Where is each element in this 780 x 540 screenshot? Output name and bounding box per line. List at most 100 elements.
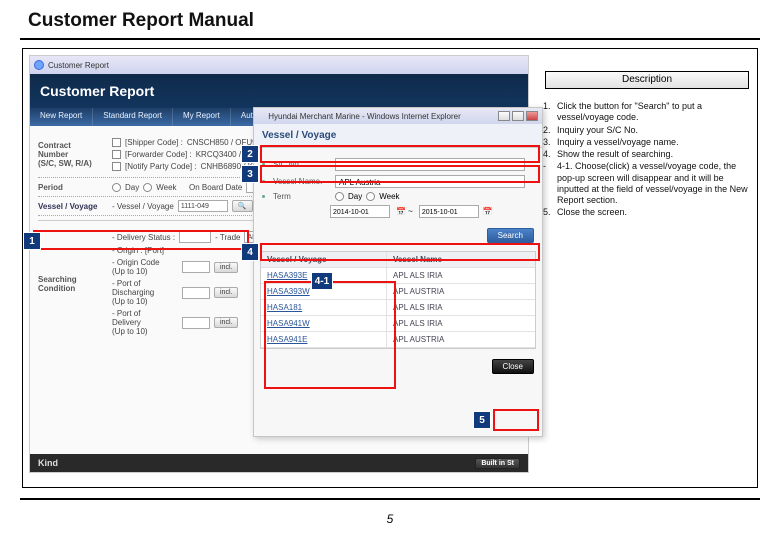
voyage-link[interactable]: HASA941E	[261, 332, 387, 348]
vessel-name-label: Vessel Name.	[273, 177, 331, 186]
period-label: Period	[38, 183, 108, 192]
voyage-link[interactable]: HASA181	[261, 300, 387, 316]
desc-item: -4-1. Choose(click) a vessel/voyage code…	[543, 161, 751, 206]
desc-item: 2.Inquiry your S/C No.	[543, 125, 751, 136]
vessel-voyage-label: Vessel / Voyage	[38, 202, 108, 211]
origin-code-input[interactable]	[182, 261, 210, 273]
shipper-label: [Shipper Code] :	[125, 138, 183, 147]
popup-heading: Vessel / Voyage	[254, 124, 542, 148]
callout-4-1: 4-1	[311, 272, 333, 290]
popup-form: S/C No. Vessel Name. APL Austria Term Da…	[254, 148, 542, 228]
callout-5: 5	[473, 411, 491, 429]
pod-incl-button[interactable]: incl.	[214, 287, 238, 298]
term-from-input[interactable]: 2014-10-01	[330, 205, 390, 218]
desc-item: 5.Close the screen.	[543, 207, 751, 218]
notify-label: [Notify Party Code] :	[125, 162, 197, 171]
period-day-radio[interactable]	[112, 183, 121, 192]
contract-label: Contract Number (S/C, SW, R/A)	[38, 141, 108, 168]
term-to-input[interactable]: 2015-10-01	[419, 205, 479, 218]
grid-header-name: Vessel Name	[387, 252, 535, 268]
callout-4: 4	[241, 243, 259, 261]
table-row[interactable]: HASA181 APL ALS IRIA	[261, 300, 535, 316]
page-number: 5	[0, 512, 780, 526]
callout-2: 2	[241, 145, 259, 163]
description-heading: Description	[545, 71, 749, 89]
nav-standard-report[interactable]: Standard Report	[93, 108, 173, 126]
vessel-name-cell: APL AUSTRIA	[387, 332, 535, 348]
sc-input[interactable]	[335, 158, 525, 171]
delivery-incl-button[interactable]: incl.	[214, 317, 238, 328]
table-row[interactable]: HASA941E APL AUSTRIA	[261, 332, 535, 348]
grid-header: Vessel / Voyage Vessel Name	[261, 252, 535, 268]
origin-label: - Origin : [Port]	[112, 246, 164, 255]
period-from-label: On Board Date	[189, 183, 242, 192]
app-titlebar: Customer Report	[30, 56, 528, 74]
maximize-icon[interactable]	[512, 111, 524, 121]
dot-icon	[262, 195, 265, 198]
pod-label: - Port of Discharging (Up to 10)	[112, 279, 178, 306]
forwarder-label: [Forwarder Code] :	[125, 150, 192, 159]
app-header: Customer Report	[30, 74, 528, 108]
dot-icon	[262, 163, 265, 166]
description-body: 1.Click the button for "Search" to put a…	[543, 101, 751, 220]
shipper-check[interactable]	[112, 138, 121, 147]
voyage-link[interactable]: HASA941W	[261, 316, 387, 332]
nav-my-report[interactable]: My Report	[173, 108, 231, 126]
popup-titlebar: Hyundai Merchant Marine - Windows Intern…	[254, 108, 542, 124]
period-week: Week	[156, 183, 176, 192]
close-icon[interactable]	[526, 111, 538, 121]
notify-check[interactable]	[112, 162, 121, 171]
close-button[interactable]: Close	[492, 359, 534, 374]
term-week-radio[interactable]	[366, 192, 375, 201]
delivery-status-select[interactable]	[179, 231, 211, 243]
forwarder-check[interactable]	[112, 150, 121, 159]
window-controls	[498, 111, 538, 121]
table-row[interactable]: HASA393E APL ALS IRIA	[261, 268, 535, 284]
delivery-label: - Port of Delivery (Up to 10)	[112, 309, 178, 336]
searching-label: Searching Condition	[38, 275, 108, 293]
delivery-status-label: - Delivery Status :	[112, 233, 175, 242]
term-day: Day	[348, 192, 362, 201]
title-rule	[20, 38, 760, 40]
dot-icon	[262, 180, 265, 183]
table-row[interactable]: HASA393W APL AUSTRIA	[261, 284, 535, 300]
bottom-rule	[20, 498, 760, 500]
period-week-radio[interactable]	[143, 183, 152, 192]
ie-icon	[34, 60, 44, 70]
result-grid: Vessel / Voyage Vessel Name HASA393E APL…	[260, 251, 536, 349]
search-button[interactable]: Search	[487, 228, 534, 243]
origin-incl-button[interactable]: incl.	[214, 262, 238, 273]
popup-window: Hyundai Merchant Marine - Windows Intern…	[253, 107, 543, 437]
term-week: Week	[379, 192, 399, 201]
vessel-name-cell: APL ALS IRIA	[387, 268, 535, 284]
term-label: Term	[273, 192, 331, 201]
vessel-name-cell: APL ALS IRIA	[387, 300, 535, 316]
desc-item: 4.Show the result of searching.	[543, 149, 751, 160]
desc-item: 1.Click the button for "Search" to put a…	[543, 101, 751, 124]
term-day-radio[interactable]	[335, 192, 344, 201]
nav-new-report[interactable]: New Report	[30, 108, 93, 126]
period-day: Day	[125, 183, 139, 192]
popup-window-title: Hyundai Merchant Marine - Windows Intern…	[268, 112, 461, 121]
kind-bar: Kind Built in St	[30, 454, 528, 472]
page-title: Customer Report Manual	[0, 0, 780, 36]
desc-item: 3.Inquiry a vessel/voyage name.	[543, 137, 751, 148]
delivery-input[interactable]	[182, 317, 210, 329]
table-row[interactable]: HASA941W APL ALS IRIA	[261, 316, 535, 332]
vessel-search-button[interactable]: 🔍	[232, 200, 253, 212]
popup-footer: Close	[254, 353, 542, 374]
vessel-voyage-input[interactable]: 1111-049	[178, 200, 228, 212]
app-window-title: Customer Report	[48, 61, 109, 70]
kind-label: Kind	[38, 458, 58, 468]
pod-input[interactable]	[182, 287, 210, 299]
vessel-name-cell: APL AUSTRIA	[387, 284, 535, 300]
callout-1: 1	[23, 232, 41, 250]
popup-search-area: Search	[254, 228, 542, 247]
vessel-voyage-sub: - Vessel / Voyage	[112, 202, 174, 211]
minimize-icon[interactable]	[498, 111, 510, 121]
builtin-button[interactable]: Built in St	[475, 458, 520, 469]
trade-label: - Trade	[215, 233, 240, 242]
vessel-name-input[interactable]: APL Austria	[335, 175, 525, 188]
stage: Customer Report Customer Report New Repo…	[22, 48, 758, 488]
grid-header-voyage: Vessel / Voyage	[261, 252, 387, 268]
